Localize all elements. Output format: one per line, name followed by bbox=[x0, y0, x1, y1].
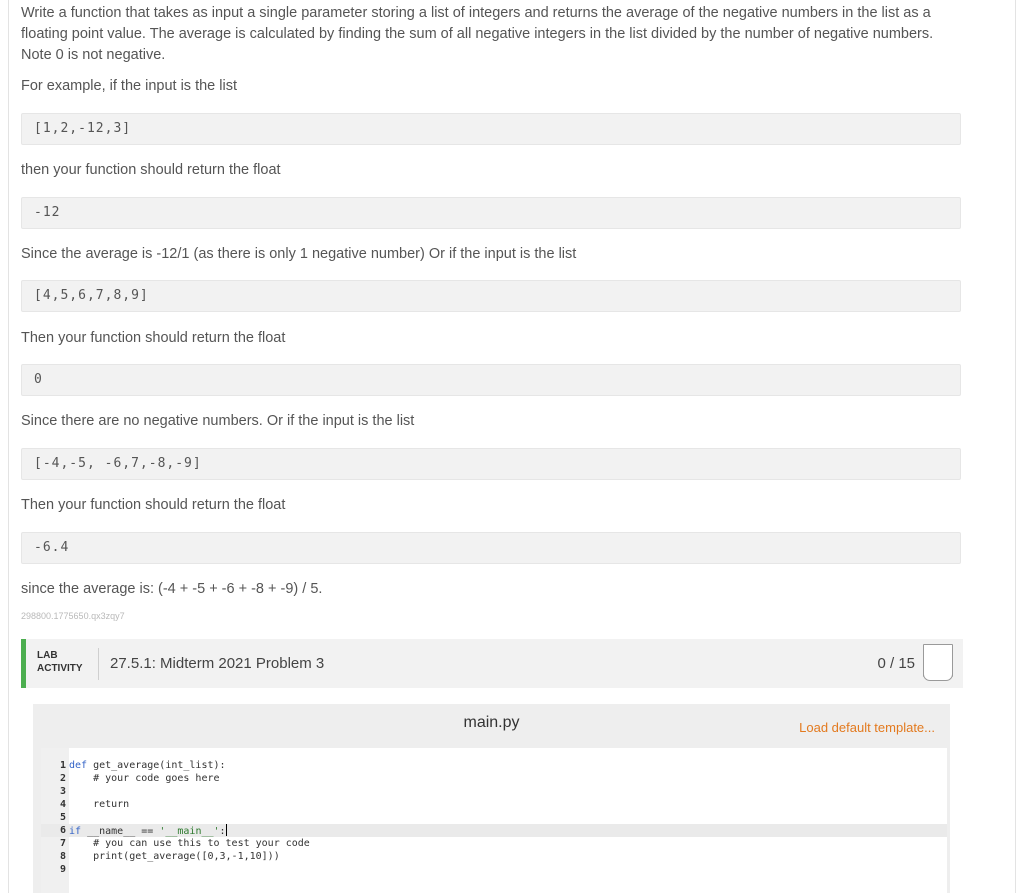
keyword: return bbox=[69, 799, 130, 810]
line-number: 6 bbox=[59, 825, 66, 836]
example-intro: For example, if the input is the list bbox=[21, 78, 237, 94]
lab-divider bbox=[98, 648, 99, 680]
lab-score: 0 / 15 bbox=[877, 655, 915, 672]
code-editor-panel: main.py Load default template... 1 def g… bbox=[33, 704, 950, 893]
code-line[interactable]: 1 def get_average(int_list): bbox=[41, 759, 947, 772]
example-1-then: then your function should return the flo… bbox=[21, 162, 281, 178]
code-line[interactable]: 5 bbox=[41, 811, 947, 824]
line-number: 7 bbox=[59, 838, 66, 849]
code-text: print(get_average([0,3,-1,10])) bbox=[69, 851, 280, 862]
code-line[interactable]: 9 bbox=[41, 863, 947, 876]
code-editor[interactable]: 1 def get_average(int_list): 2 # your co… bbox=[41, 748, 947, 893]
code-text: __name__ == bbox=[81, 826, 160, 837]
example-1-output: -12 bbox=[21, 197, 961, 229]
example-3-output: -6.4 bbox=[21, 532, 961, 564]
example-1-reason: Since the average is -12/1 (as there is … bbox=[21, 246, 577, 262]
text-cursor bbox=[225, 824, 227, 836]
example-1-input: [1,2,-12,3] bbox=[21, 113, 961, 145]
load-default-template-link[interactable]: Load default template... bbox=[799, 720, 935, 735]
lab-tag-line1: LAB bbox=[37, 650, 58, 661]
code-string: '__main__' bbox=[159, 826, 220, 837]
code-line[interactable]: 4 return bbox=[41, 798, 947, 811]
code-comment: # your code goes here bbox=[69, 773, 220, 784]
code-line[interactable]: 7 # you can use this to test your code bbox=[41, 837, 947, 850]
lab-activity-header: LAB ACTIVITY 27.5.1: Midterm 2021 Proble… bbox=[21, 639, 963, 688]
example-3-reason: since the average is: (-4 + -5 + -6 + -8… bbox=[21, 581, 323, 597]
code-line[interactable]: 8 print(get_average([0,3,-1,10])) bbox=[41, 850, 947, 863]
line-number: 3 bbox=[59, 786, 66, 797]
code-comment: # you can use this to test your code bbox=[69, 838, 310, 849]
lab-activity-tag: LAB ACTIVITY bbox=[37, 649, 93, 675]
line-number: 5 bbox=[59, 812, 66, 823]
line-number: 9 bbox=[59, 864, 66, 875]
line-number: 1 bbox=[59, 760, 66, 771]
line-number: 4 bbox=[59, 799, 66, 810]
example-2-output: 0 bbox=[21, 364, 961, 396]
line-number: 2 bbox=[59, 773, 66, 784]
example-3-input: [-4,-5, -6,7,-8,-9] bbox=[21, 448, 961, 480]
example-3-then: Then your function should return the flo… bbox=[21, 497, 286, 513]
keyword: if bbox=[69, 826, 82, 837]
line-number: 8 bbox=[59, 851, 66, 862]
keyword: def bbox=[69, 760, 88, 771]
example-2-input: [4,5,6,7,8,9] bbox=[21, 280, 961, 312]
code-line-active[interactable]: 6 if __name__ == '__main__': bbox=[41, 824, 947, 837]
problem-id-caption: 298800.1775650.qx3zqy7 bbox=[21, 611, 125, 621]
completion-badge-icon bbox=[923, 644, 953, 681]
example-2-reason: Since there are no negative numbers. Or … bbox=[21, 413, 415, 429]
code-line[interactable]: 3 bbox=[41, 785, 947, 798]
lab-tag-line2: ACTIVITY bbox=[37, 663, 83, 674]
code-line[interactable]: 2 # your code goes here bbox=[41, 772, 947, 785]
example-2-then: Then your function should return the flo… bbox=[21, 330, 286, 346]
code-text: get_average(int_list): bbox=[87, 760, 226, 771]
problem-intro: Write a function that takes as input a s… bbox=[21, 5, 934, 63]
lab-title: 27.5.1: Midterm 2021 Problem 3 bbox=[110, 655, 325, 672]
